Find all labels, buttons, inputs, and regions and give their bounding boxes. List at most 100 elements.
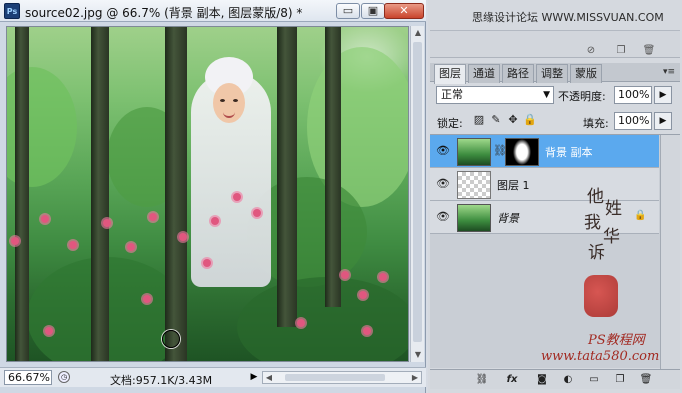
panel-tabs: 图层 通道 路径 调整 蒙版 bbox=[430, 63, 680, 84]
layer-row-background[interactable]: 👁 背景 🔒 bbox=[430, 201, 659, 234]
visibility-eye-icon[interactable]: 👁 bbox=[436, 178, 450, 190]
tree-trunk bbox=[165, 27, 187, 361]
bride-figure bbox=[191, 57, 271, 287]
visibility-eye-icon[interactable]: 👁 bbox=[436, 211, 450, 223]
image-canvas[interactable] bbox=[6, 26, 409, 362]
zoom-input[interactable]: 66.67% bbox=[4, 370, 52, 385]
layer-mask-thumbnail[interactable] bbox=[505, 138, 539, 166]
fill-slider-arrow-icon[interactable]: ▶ bbox=[654, 112, 672, 130]
tree-trunk bbox=[325, 27, 341, 307]
tree-trunk bbox=[277, 27, 297, 327]
minimize-icon: ▭ bbox=[342, 4, 354, 17]
document-window: Ps source02.jpg @ 66.7% (背景 副本, 图层蒙版/8) … bbox=[0, 0, 426, 393]
flower bbox=[143, 295, 151, 303]
minimize-button[interactable]: ▭ bbox=[336, 3, 360, 19]
calligraphy-char: 他 bbox=[587, 187, 604, 207]
visibility-eye-icon[interactable]: 👁 bbox=[436, 145, 450, 157]
status-menu-arrow-icon[interactable]: ▶ bbox=[248, 371, 260, 384]
flower bbox=[149, 213, 157, 221]
no-entry-icon[interactable]: ⊘ bbox=[584, 45, 598, 57]
restore-button[interactable]: ▣ bbox=[361, 3, 385, 19]
flower bbox=[203, 259, 211, 267]
layers-scrollbar[interactable] bbox=[660, 135, 680, 369]
restore-icon: ▣ bbox=[367, 4, 379, 17]
adjustment-layer-icon[interactable]: ◐ bbox=[560, 373, 576, 387]
horizontal-scrollbar[interactable]: ◀ ▶ bbox=[262, 371, 422, 384]
flower bbox=[41, 215, 49, 223]
flower bbox=[127, 243, 135, 251]
layer-thumbnail bbox=[457, 204, 491, 232]
tree-trunk bbox=[91, 27, 109, 361]
fx-effects-icon[interactable]: fx bbox=[504, 373, 520, 387]
scroll-up-icon[interactable]: ▲ bbox=[411, 26, 425, 40]
trash-icon[interactable]: 🗑 bbox=[642, 45, 656, 57]
document-titlebar[interactable]: Ps source02.jpg @ 66.7% (背景 副本, 图层蒙版/8) … bbox=[0, 0, 426, 22]
tab-channels[interactable]: 通道 bbox=[468, 64, 500, 83]
brush-cursor bbox=[162, 330, 180, 348]
flower bbox=[297, 319, 305, 327]
status-info-icon[interactable]: ◷ bbox=[58, 371, 70, 383]
lock-image-brush-icon[interactable]: ✎ bbox=[489, 113, 503, 127]
trash-icon[interactable]: 🗑 bbox=[638, 373, 654, 387]
layer-row-layer1[interactable]: 👁 图层 1 bbox=[430, 168, 659, 201]
flower bbox=[341, 271, 349, 279]
scroll-down-icon[interactable]: ▼ bbox=[411, 348, 425, 362]
link-layers-icon[interactable]: ⛓ bbox=[474, 373, 490, 387]
status-bar: 66.67% ◷ 文档:957.1K/3.43M ▶ ◀ ▶ bbox=[0, 367, 426, 387]
calligraphy-char: 姓 bbox=[605, 199, 622, 219]
opacity-input[interactable]: 100% bbox=[614, 86, 652, 104]
new-item-icon[interactable]: ❐ bbox=[614, 45, 628, 57]
opacity-label: 不透明度: bbox=[558, 90, 606, 103]
blend-mode-value: 正常 bbox=[441, 88, 463, 101]
vertical-scrollbar[interactable]: ▲ ▼ bbox=[410, 26, 424, 362]
layer-thumbnail bbox=[457, 138, 491, 166]
calligraphy-char: 华 bbox=[603, 227, 620, 247]
flower bbox=[11, 237, 19, 245]
fill-input[interactable]: 100% bbox=[614, 112, 652, 130]
foliage bbox=[237, 277, 408, 361]
flower bbox=[179, 233, 187, 241]
tab-paths[interactable]: 路径 bbox=[502, 64, 534, 83]
flower bbox=[253, 209, 261, 217]
flower bbox=[45, 327, 53, 335]
chevron-down-icon: ▼ bbox=[543, 90, 550, 100]
add-mask-icon[interactable]: ◙ bbox=[534, 373, 550, 387]
tab-masks[interactable]: 蒙版 bbox=[570, 64, 602, 83]
new-layer-icon[interactable]: ❐ bbox=[612, 373, 628, 387]
lock-label: 锁定: bbox=[437, 117, 463, 130]
scroll-right-icon[interactable]: ▶ bbox=[409, 372, 421, 383]
layer-row-background-copy[interactable]: 👁 ⛓ 背景 副本 bbox=[430, 135, 659, 168]
opacity-slider-arrow-icon[interactable]: ▶ bbox=[654, 86, 672, 104]
tab-layers[interactable]: 图层 bbox=[434, 64, 466, 84]
scroll-thumb[interactable] bbox=[413, 42, 422, 342]
layer-name[interactable]: 背景 副本 bbox=[545, 144, 593, 160]
scroll-left-icon[interactable]: ◀ bbox=[263, 372, 275, 383]
tree-trunk bbox=[15, 27, 29, 361]
calligraphy-char: 我 bbox=[584, 213, 601, 233]
layer-name[interactable]: 背景 bbox=[497, 210, 519, 226]
flower bbox=[103, 219, 111, 227]
red-seal-stamp bbox=[584, 275, 618, 317]
scroll-thumb[interactable] bbox=[285, 374, 385, 381]
flower bbox=[233, 193, 241, 201]
panel-toolbar-strip: ⊘ ❐ 🗑 bbox=[430, 30, 680, 58]
photoshop-app-icon: Ps bbox=[4, 3, 20, 19]
document-title: source02.jpg @ 66.7% (背景 副本, 图层蒙版/8) * bbox=[25, 6, 303, 20]
blend-mode-select[interactable]: 正常 ▼ bbox=[436, 86, 554, 104]
lock-all-icon[interactable]: 🔒 bbox=[523, 113, 537, 127]
layer-name[interactable]: 图层 1 bbox=[497, 177, 530, 193]
lock-transparency-icon[interactable]: ▨ bbox=[472, 113, 486, 127]
document-size: 文档:957.1K/3.43M bbox=[110, 374, 213, 387]
site-watermark: 思缘设计论坛 WWW.MISSVUAN.COM bbox=[472, 11, 664, 24]
layers-bottom-toolbar: ⛓ fx ◙ ◐ ▭ ❐ 🗑 bbox=[430, 369, 680, 389]
panel-menu-icon[interactable]: ▾≡ bbox=[660, 65, 678, 79]
flower bbox=[69, 241, 77, 249]
calligraphy-char: 诉 bbox=[588, 243, 605, 263]
layer-thumbnail bbox=[457, 171, 491, 199]
lock-position-move-icon[interactable]: ✥ bbox=[506, 113, 520, 127]
flower bbox=[363, 327, 371, 335]
close-button[interactable]: ✕ bbox=[384, 3, 424, 19]
tab-adjustments[interactable]: 调整 bbox=[536, 64, 568, 83]
new-group-folder-icon[interactable]: ▭ bbox=[586, 373, 602, 387]
flower bbox=[211, 217, 219, 225]
